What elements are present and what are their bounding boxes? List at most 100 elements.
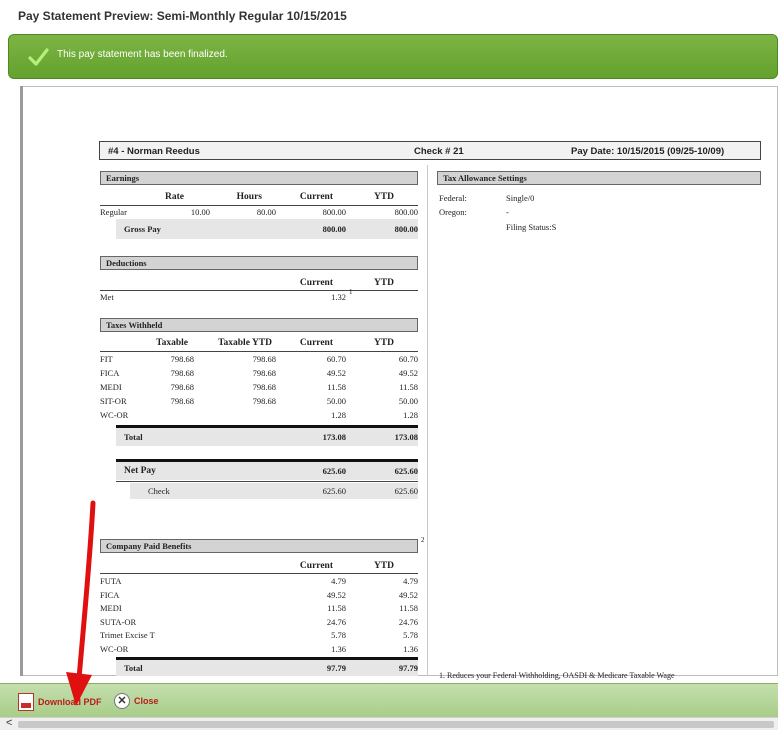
benefit-current: 24.76 [326, 616, 346, 627]
footnote: 1. Reduces your Federal Withholding, OAS… [439, 671, 675, 680]
success-banner: This pay statement has been finalized. [8, 34, 778, 79]
pay-date: Pay Date: 10/15/2015 (09/25-10/09) [571, 146, 725, 157]
tax-ytd: 50.00 [398, 396, 418, 406]
check-label: Check [148, 486, 170, 496]
taxes-section-header: Taxes Withheld [100, 318, 418, 332]
benefit-ytd: 4.79 [403, 576, 418, 586]
oregon-label: Oregon: [439, 207, 467, 217]
earnings-current: 800.00 [322, 207, 346, 217]
tax-ytd: 1.28 [403, 410, 418, 420]
tax-taxable: 798.68 [170, 382, 194, 392]
earnings-section-header: Earnings [100, 171, 418, 185]
benefit-total-ytd: 97.79 [398, 663, 418, 673]
tax-row-label: SIT-OR [100, 396, 127, 406]
gross-pay-ytd: 800.00 [394, 224, 418, 234]
close-label: Close [134, 696, 159, 706]
benefit-row-label: MEDI [100, 603, 122, 613]
tax-row-label: FICA [100, 368, 120, 378]
pdf-icon [18, 693, 34, 711]
column-header: YTD [373, 278, 394, 288]
tax-taxable: 798.68 [170, 396, 194, 406]
gross-pay-label: Gross Pay [124, 224, 161, 234]
column-header: Current [299, 338, 333, 348]
benefit-current: 4.79 [331, 576, 346, 586]
tax-allowance-section-header: Tax Allowance Settings [437, 171, 761, 185]
federal-label: Federal: [439, 193, 467, 203]
tax-current: 50.00 [326, 396, 346, 406]
download-pdf-button[interactable]: Download PDF [18, 693, 102, 711]
tax-taxable-ytd: 798.68 [252, 396, 276, 406]
benefit-row-label: FUTA [100, 576, 122, 586]
vertical-scrollbar[interactable] [20, 86, 23, 676]
footnote-marker: 2 [421, 536, 425, 544]
earnings-rate: 10.00 [190, 207, 210, 217]
tax-current: 49.52 [326, 368, 346, 378]
benefit-current: 5.78 [331, 630, 346, 640]
tax-row-label: MEDI [100, 382, 122, 392]
benefit-ytd: 1.36 [403, 643, 418, 654]
column-header: Rate [165, 192, 184, 202]
column-header: Current [299, 192, 333, 202]
check-number: Check # 21 [414, 146, 464, 157]
filing-status: Filing Status:S [506, 222, 557, 232]
page-title: Pay Statement Preview: Semi-Monthly Regu… [18, 9, 347, 23]
benefits-section-header: Company Paid Benefits [100, 539, 418, 553]
benefit-ytd: 11.58 [399, 603, 418, 613]
benefit-row-label: SUTA-OR [100, 616, 137, 627]
statement-header: #4 - Norman Reedus Check # 21 Pay Date: … [99, 141, 761, 160]
horizontal-scrollbar[interactable]: < [0, 717, 778, 730]
tax-taxable-ytd: 798.68 [252, 354, 276, 364]
tax-current: 1.28 [331, 410, 346, 420]
footnote-marker: 1 [349, 288, 353, 296]
benefit-current: 49.52 [326, 589, 346, 600]
earnings-hours: 80.00 [256, 207, 276, 217]
tax-taxable: 798.68 [170, 354, 194, 364]
benefit-row-label: FICA [100, 589, 120, 600]
tax-current: 11.58 [327, 382, 346, 392]
close-button[interactable]: ✕ Close [114, 693, 159, 709]
tax-total-ytd: 173.08 [394, 432, 418, 442]
column-header: Current [299, 278, 333, 288]
benefit-ytd: 49.52 [398, 589, 418, 600]
benefit-total-current: 97.79 [326, 663, 346, 673]
tax-total-current: 173.08 [322, 432, 346, 442]
federal-value: Single/0 [506, 193, 535, 203]
tax-ytd: 60.70 [398, 354, 418, 364]
benefit-row-label: Trimet Excise T [100, 630, 155, 640]
deductions-section-header: Deductions [100, 256, 418, 270]
deduction-row-label: Met [100, 292, 114, 302]
download-pdf-label: Download PDF [38, 697, 102, 707]
earnings-row-label: Regular [100, 207, 127, 217]
scrollbar-thumb[interactable] [18, 721, 774, 728]
check-ytd: 625.60 [394, 486, 418, 496]
deduction-current: 1.32 [331, 292, 346, 302]
benefit-row-label: WC-OR [100, 643, 129, 654]
check-current: 625.60 [322, 486, 346, 496]
benefit-total-label: Total [124, 663, 143, 673]
benefit-ytd: 24.76 [398, 616, 418, 627]
tax-ytd: 11.58 [399, 382, 418, 392]
column-header: YTD [373, 561, 394, 571]
bottom-toolbar: Download PDF ✕ Close [0, 683, 778, 717]
tax-current: 60.70 [326, 354, 346, 364]
tax-total-label: Total [124, 432, 143, 442]
tax-ytd: 49.52 [398, 368, 418, 378]
net-pay-ytd: 625.60 [394, 466, 418, 476]
column-header: Taxable YTD [218, 338, 272, 348]
column-header: Taxable [156, 338, 188, 348]
column-header: Hours [236, 192, 262, 202]
scroll-left-icon[interactable]: < [6, 717, 12, 729]
tax-taxable: 798.68 [170, 368, 194, 378]
benefit-current: 1.36 [331, 643, 346, 654]
column-header: YTD [373, 192, 394, 202]
oregon-value: - [506, 207, 509, 217]
benefit-current: 11.58 [327, 603, 346, 613]
benefit-ytd: 5.78 [403, 630, 418, 640]
net-pay-current: 625.60 [322, 466, 346, 476]
earnings-ytd: 800.00 [394, 207, 418, 217]
close-icon: ✕ [114, 693, 130, 709]
employee-name: #4 - Norman Reedus [108, 146, 200, 157]
gross-pay-current: 800.00 [322, 224, 346, 234]
tax-row-label: WC-OR [100, 410, 129, 420]
net-pay-label: Net Pay [124, 466, 156, 476]
